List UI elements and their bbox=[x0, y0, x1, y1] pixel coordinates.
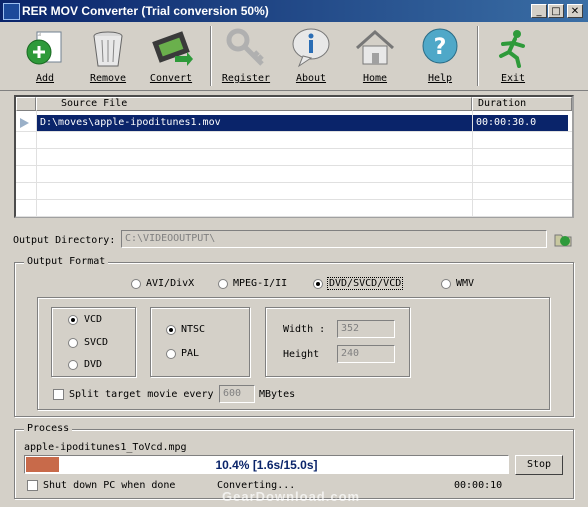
window-title: RER MOV Converter (Trial conversion 50%) bbox=[22, 4, 269, 18]
label-wmv: WMV bbox=[456, 278, 475, 289]
about-label: About bbox=[295, 73, 327, 84]
duration-cell: 00:00:30.0 bbox=[472, 115, 568, 131]
source-file-cell: D:\moves\apple-ipoditunes1.mov bbox=[36, 115, 472, 131]
radio-wmv[interactable] bbox=[441, 279, 451, 289]
running-man-icon bbox=[499, 30, 525, 68]
remove-button[interactable]: Remove bbox=[79, 24, 137, 88]
convert-button[interactable]: Convert bbox=[142, 24, 200, 88]
help-label: Help bbox=[427, 73, 453, 84]
radio-ntsc[interactable] bbox=[166, 325, 176, 335]
label-dvd-svcd-vcd: DVD/SVCD/VCD bbox=[327, 277, 404, 290]
radio-mpeg[interactable] bbox=[218, 279, 228, 289]
film-convert-icon bbox=[152, 31, 193, 66]
split-checkbox[interactable] bbox=[53, 389, 64, 400]
shutdown-checkbox[interactable] bbox=[27, 480, 38, 491]
table-row bbox=[16, 132, 572, 149]
list-header-icon-col bbox=[16, 97, 36, 111]
help-icon: ? bbox=[422, 28, 458, 64]
watermark: GearDownload.com bbox=[222, 489, 361, 504]
add-label: Add bbox=[35, 73, 55, 84]
shutdown-label: Shut down PC when done bbox=[43, 480, 176, 491]
width-label: Width : bbox=[283, 324, 326, 335]
browse-folder-button[interactable] bbox=[553, 229, 573, 249]
dimensions-group bbox=[265, 307, 410, 377]
add-button[interactable]: Add bbox=[16, 24, 74, 88]
label-dvd: DVD bbox=[84, 359, 103, 370]
folder-icon bbox=[554, 234, 572, 247]
split-label: Split target movie every bbox=[69, 389, 214, 400]
table-row bbox=[16, 200, 572, 217]
output-directory-label: Output Directory: bbox=[13, 235, 116, 246]
file-row-icon bbox=[20, 118, 29, 128]
output-format-label: Output Format bbox=[24, 256, 109, 267]
register-button[interactable]: Register bbox=[217, 24, 275, 88]
home-label: Home bbox=[362, 73, 388, 84]
process-label: Process bbox=[24, 423, 73, 434]
column-header-source[interactable]: Source File bbox=[36, 97, 472, 111]
radio-vcd[interactable] bbox=[68, 315, 78, 325]
exit-button[interactable]: Exit bbox=[484, 24, 542, 88]
file-list[interactable]: Source File Duration D:\moves\apple-ipod… bbox=[14, 95, 574, 218]
label-ntsc: NTSC bbox=[181, 324, 206, 335]
label-svcd: SVCD bbox=[84, 337, 109, 348]
progress-bar: 10.4% [1.6s/15.0s] bbox=[24, 455, 509, 474]
split-size-field[interactable]: 600 bbox=[219, 385, 255, 403]
convert-label: Convert bbox=[149, 73, 193, 84]
table-row bbox=[16, 183, 572, 200]
stop-button[interactable]: Stop bbox=[515, 455, 563, 475]
split-unit-label: MBytes bbox=[259, 389, 296, 400]
width-field[interactable]: 352 bbox=[337, 320, 395, 338]
maximize-button[interactable]: □ bbox=[548, 4, 564, 18]
height-label: Height bbox=[283, 349, 320, 360]
key-icon bbox=[226, 28, 264, 66]
exit-label: Exit bbox=[500, 73, 526, 84]
minimize-button[interactable]: _ bbox=[531, 4, 547, 18]
home-icon bbox=[356, 29, 394, 65]
svg-text:?: ? bbox=[434, 35, 447, 60]
height-field[interactable]: 240 bbox=[337, 345, 395, 363]
info-icon bbox=[292, 28, 330, 68]
column-header-duration[interactable]: Duration bbox=[472, 97, 572, 111]
radio-avi-divx[interactable] bbox=[131, 279, 141, 289]
process-file-name: apple-ipoditunes1_ToVcd.mpg bbox=[24, 442, 187, 453]
elapsed-time: 00:00:10 bbox=[454, 480, 503, 491]
trash-icon bbox=[93, 31, 123, 67]
register-label: Register bbox=[221, 73, 271, 84]
label-vcd: VCD bbox=[84, 314, 103, 325]
label-pal: PAL bbox=[181, 348, 200, 359]
about-button[interactable]: About bbox=[282, 24, 340, 88]
radio-pal[interactable] bbox=[166, 349, 176, 359]
radio-svcd[interactable] bbox=[68, 338, 78, 348]
toolbar: Add Remove Convert Register About Home ?… bbox=[0, 22, 588, 91]
home-button[interactable]: Home bbox=[346, 24, 404, 88]
remove-label: Remove bbox=[89, 73, 127, 84]
output-directory-field[interactable]: C:\VIDEOOUTPUT\ bbox=[121, 230, 547, 248]
label-avi-divx: AVI/DivX bbox=[146, 278, 195, 289]
close-button[interactable]: ✕ bbox=[567, 4, 583, 18]
table-row[interactable]: D:\moves\apple-ipoditunes1.mov 00:00:30.… bbox=[16, 115, 572, 132]
label-mpeg: MPEG-I/II bbox=[233, 278, 288, 289]
table-row bbox=[16, 166, 572, 183]
app-icon bbox=[3, 3, 20, 20]
title-bar: RER MOV Converter (Trial conversion 50%)… bbox=[0, 0, 588, 22]
table-row bbox=[16, 149, 572, 166]
add-icon bbox=[26, 31, 62, 65]
progress-text: 10.4% [1.6s/15.0s] bbox=[215, 458, 318, 472]
tv-standard-group bbox=[150, 307, 250, 377]
help-button[interactable]: ? Help bbox=[411, 24, 469, 88]
radio-dvd[interactable] bbox=[68, 360, 78, 370]
radio-dvd-svcd-vcd[interactable] bbox=[313, 279, 323, 289]
